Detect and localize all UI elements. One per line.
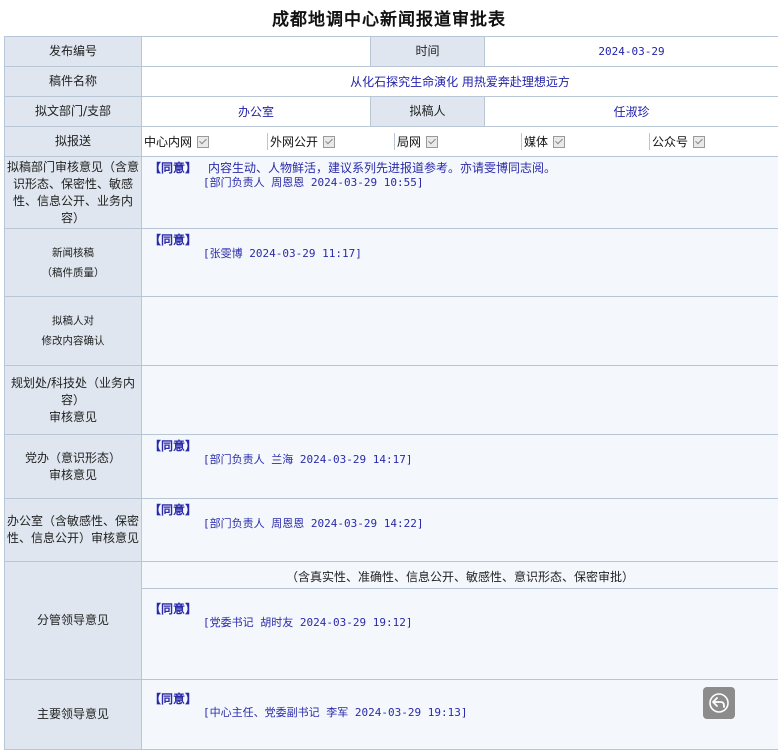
- deputy-leader-review-label: 分管领导意见: [5, 562, 142, 680]
- chief-leader-review-content: 【同意】 [中心主任、党委副书记 李军 2024-03-29 19:13]: [142, 680, 778, 750]
- approval-form-table: 发布编号 时间 2024-03-29 稿件名称 从化石探究生命演化 用热爱奔赴理…: [4, 36, 778, 750]
- row-drafting-dept-review: 拟稿部门审核意见（含意识形态、保密性、敏感性、信息公开、业务内容） 【同意】 内…: [5, 157, 778, 229]
- approval-stamp: 【同意】: [149, 690, 197, 707]
- drafting-dept-review-label: 拟稿部门审核意见（含意识形态、保密性、敏感性、信息公开、业务内容）: [5, 157, 142, 229]
- checkbox-checked-icon[interactable]: [197, 136, 209, 148]
- distribution-label: 拟报送: [5, 127, 142, 157]
- row-drafter-confirm: 拟稿人对 修改内容确认: [5, 297, 778, 366]
- distribution-option-bureau-web[interactable]: 局网: [394, 133, 521, 150]
- planning-review-label: 规划处/科技处（业务内容） 审核意见: [5, 366, 142, 435]
- distribution-option-intranet[interactable]: 中心内网: [142, 133, 267, 150]
- row-dept: 拟文部门/支部 办公室 拟稿人 任淑珍: [5, 97, 778, 127]
- approval-stamp: 【同意】: [149, 501, 197, 518]
- party-office-review-content: 【同意】 [部门负责人 兰海 2024-03-29 14:17]: [142, 435, 778, 499]
- drafter-confirm-content: [142, 297, 778, 366]
- row-manuscript: 稿件名称 从化石探究生命演化 用热爱奔赴理想远方: [5, 67, 778, 97]
- dept-value: 办公室: [142, 97, 371, 127]
- review-signature: [中心主任、党委副书记 李军 2024-03-29 19:13]: [203, 704, 467, 720]
- chief-leader-review-label: 主要领导意见: [5, 680, 142, 750]
- row-party-office-review: 党办（意识形态） 审核意见 【同意】 [部门负责人 兰海 2024-03-29 …: [5, 435, 778, 499]
- office-review-label: 办公室（含敏感性、保密性、信息公开）审核意见: [5, 499, 142, 562]
- manuscript-title-value: 从化石探究生命演化 用热爱奔赴理想远方: [142, 67, 778, 97]
- approval-stamp: 【同意】: [149, 600, 197, 617]
- publish-no-label: 发布编号: [5, 37, 142, 67]
- checkbox-checked-icon[interactable]: [323, 136, 335, 148]
- approval-stamp: 【同意】: [149, 159, 197, 176]
- review-signature: [部门负责人 周恩恩 2024-03-29 10:55]: [203, 174, 423, 190]
- news-check-label: 新闻核稿 （稿件质量）: [5, 229, 142, 297]
- party-office-review-label: 党办（意识形态） 审核意见: [5, 435, 142, 499]
- checkbox-checked-icon[interactable]: [426, 136, 438, 148]
- reply-arrow-icon: [708, 692, 730, 714]
- manuscript-label: 稿件名称: [5, 67, 142, 97]
- deputy-leader-review-content: （含真实性、准确性、信息公开、敏感性、意识形态、保密审批） 【同意】 [党委书记…: [142, 562, 778, 680]
- review-scope-note: （含真实性、准确性、信息公开、敏感性、意识形态、保密审批）: [142, 568, 778, 585]
- review-signature: [张雯博 2024-03-29 11:17]: [203, 245, 362, 261]
- row-office-review: 办公室（含敏感性、保密性、信息公开）审核意见 【同意】 [部门负责人 周恩恩 2…: [5, 499, 778, 562]
- review-signature: [部门负责人 兰海 2024-03-29 14:17]: [203, 451, 412, 467]
- distribution-option-media[interactable]: 媒体: [521, 133, 649, 150]
- time-label: 时间: [371, 37, 485, 67]
- planning-review-content: [142, 366, 778, 435]
- news-check-content: 【同意】 [张雯博 2024-03-29 11:17]: [142, 229, 778, 297]
- distribution-option-public-web[interactable]: 外网公开: [267, 133, 394, 150]
- row-news-check: 新闻核稿 （稿件质量） 【同意】 [张雯博 2024-03-29 11:17]: [5, 229, 778, 297]
- office-review-content: 【同意】 [部门负责人 周恩恩 2024-03-29 14:22]: [142, 499, 778, 562]
- row-publish-no: 发布编号 时间 2024-03-29: [5, 37, 778, 67]
- drafter-label: 拟稿人: [371, 97, 485, 127]
- row-chief-leader-review: 主要领导意见 【同意】 [中心主任、党委副书记 李军 2024-03-29 19…: [5, 680, 778, 750]
- row-deputy-leader-review: 分管领导意见 （含真实性、准确性、信息公开、敏感性、意识形态、保密审批） 【同意…: [5, 562, 778, 680]
- distribution-options: 中心内网 外网公开 局网 媒体 公众号: [142, 127, 778, 157]
- reply-button[interactable]: [703, 687, 735, 719]
- checkbox-checked-icon[interactable]: [693, 136, 705, 148]
- dept-label: 拟文部门/支部: [5, 97, 142, 127]
- checkbox-checked-icon[interactable]: [553, 136, 565, 148]
- row-distribution: 拟报送 中心内网 外网公开 局网 媒体: [5, 127, 778, 157]
- time-value: 2024-03-29: [485, 37, 778, 67]
- distribution-option-wechat[interactable]: 公众号: [649, 133, 778, 150]
- scope-divider: [142, 588, 778, 589]
- row-planning-review: 规划处/科技处（业务内容） 审核意见: [5, 366, 778, 435]
- form-title: 成都地调中心新闻报道审批表: [0, 6, 778, 34]
- approval-stamp: 【同意】: [149, 437, 197, 454]
- drafting-dept-review-content: 【同意】 内容生动、人物鲜活，建议系列先进报道参考。亦请雯博同志阅。 [部门负责…: [142, 157, 778, 229]
- review-signature: [党委书记 胡时友 2024-03-29 19:12]: [203, 614, 412, 630]
- drafter-confirm-label: 拟稿人对 修改内容确认: [5, 297, 142, 366]
- review-signature: [部门负责人 周恩恩 2024-03-29 14:22]: [203, 515, 423, 531]
- approval-stamp: 【同意】: [149, 231, 197, 248]
- drafter-value: 任淑珍: [485, 97, 778, 127]
- publish-no-value: [142, 37, 371, 67]
